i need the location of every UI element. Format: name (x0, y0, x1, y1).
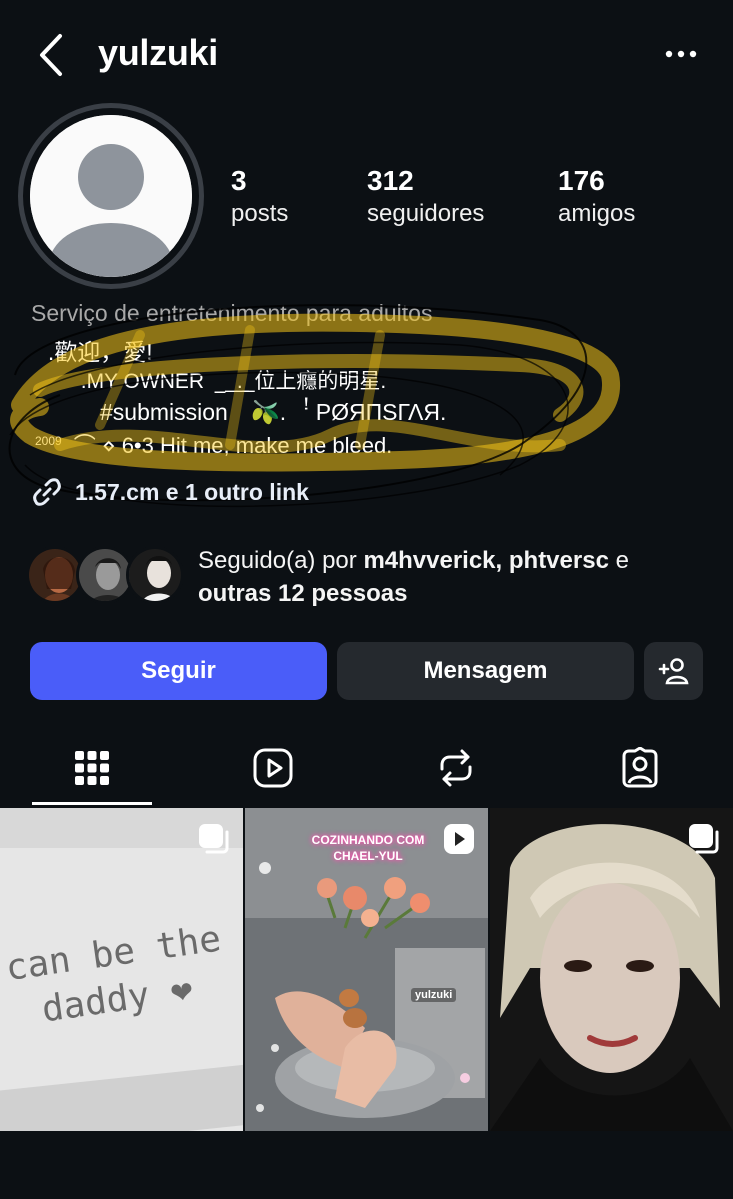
top-bar: yulzuki (0, 0, 733, 110)
profile-username: yulzuki (98, 32, 218, 73)
friends-count: 176 (558, 165, 605, 196)
default-avatar-icon (30, 115, 192, 277)
chevron-left-icon (40, 34, 62, 76)
repost-icon (440, 749, 472, 787)
profile-bio: Serviço de entretenimento para adultos ⠀… (0, 295, 733, 520)
followed-by-others: outras 12 pessoas (198, 580, 408, 607)
followers-stat[interactable]: 312 seguidores (367, 164, 484, 230)
bio-line: ⠀.歡迎，愛! (31, 339, 153, 365)
suggest-users-button[interactable] (644, 642, 703, 700)
posts-stat[interactable]: 3 posts (231, 164, 288, 230)
bio-year: 2009 (35, 434, 62, 448)
followed-by-users: m4hvverick, phtversc (363, 547, 609, 574)
bio-line: #submission ⠀🫒.⠀ꜝ PØЯПSΓΛЯ. (100, 399, 447, 425)
message-button[interactable]: Mensagem (337, 642, 634, 700)
reel-icon (444, 824, 474, 854)
reels-icon (253, 748, 293, 788)
friends-label: amigos (558, 200, 636, 227)
profile-page: yulzuki 3 posts 312 seguidores 176 amigo… (0, 0, 733, 1199)
post-thumbnail[interactable]: can be the b daddy ❤ (0, 808, 243, 1131)
back-button[interactable] (30, 30, 70, 80)
bio-line-text: ⌒ ⋄ 6•3 Hit me, make me bleed. (73, 433, 393, 458)
carousel-icon (199, 824, 229, 854)
link-icon (33, 478, 61, 506)
post-thumbnail[interactable]: COZINHANDO COM CHAEL-YUL yulzuki (245, 808, 488, 1131)
posts-count: 3 (231, 165, 247, 196)
post-thumbnail[interactable] (490, 808, 733, 1131)
followed-by[interactable]: Seguido(a) por m4hvverick, phtversc e ou… (26, 544, 716, 610)
more-options-button[interactable] (660, 40, 702, 68)
tab-posts-grid[interactable] (32, 730, 152, 806)
bio-link[interactable]: 1.57.cm e 1 outro link (31, 475, 309, 509)
post-title: COZINHANDO COM CHAEL-YUL (273, 832, 463, 864)
profile-avatar[interactable] (18, 103, 204, 289)
tab-reposts[interactable] (396, 730, 516, 806)
tab-reels[interactable] (213, 730, 333, 806)
add-user-icon (658, 658, 688, 685)
post-title-line: COZINHANDO COM (311, 833, 425, 847)
profile-tabs (0, 730, 733, 808)
post-watermark: yulzuki (411, 988, 457, 1002)
more-icon (665, 50, 697, 58)
follow-button[interactable]: Seguir (30, 642, 327, 700)
bio-line: 2009 ⌒ ⋄ 6•3 Hit me, make me bleed. (35, 428, 392, 460)
followed-by-text: Seguido(a) por m4hvverick, phtversc e ou… (198, 544, 629, 610)
followers-count: 312 (367, 165, 414, 196)
tab-tagged[interactable] (580, 730, 700, 806)
grid-icon (75, 751, 109, 785)
post-image (490, 808, 733, 1131)
follower-avatar-image (129, 549, 181, 601)
followed-by-conj: e (615, 547, 629, 574)
carousel-icon (689, 824, 719, 854)
post-title-line: CHAEL-YUL (333, 849, 403, 863)
follower-avatar (126, 546, 184, 604)
bio-category: Serviço de entretenimento para adultos (31, 300, 433, 326)
post-grid: can be the b daddy ❤ COZINHANDO COM CHAE… (0, 808, 733, 1132)
bio-line: ⠀⠀.MY OWNER ⠀̲ ̲ .̲ ̲ 位上癮的明星. (50, 370, 387, 393)
friends-stat[interactable]: 176 amigos (558, 164, 635, 230)
bio-link-text: 1.57.cm e 1 outro link (75, 478, 309, 505)
posts-label: posts (231, 200, 289, 227)
followers-label: seguidores (367, 200, 485, 227)
tagged-icon (622, 747, 658, 788)
followed-by-prefix: Seguido(a) por (198, 547, 357, 574)
active-tab-indicator (32, 802, 152, 805)
avatar-placeholder (30, 115, 192, 277)
